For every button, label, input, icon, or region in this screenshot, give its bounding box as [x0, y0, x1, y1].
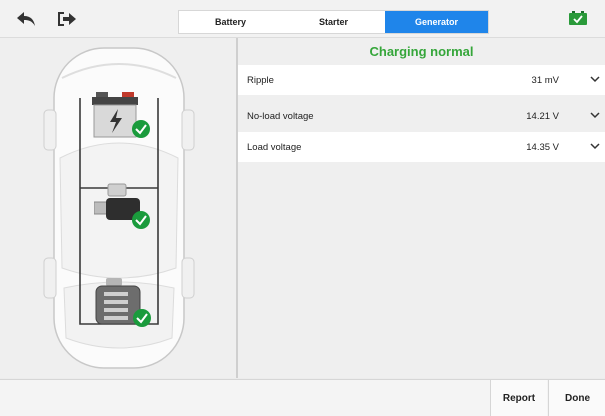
measurement-label: No-load voltage [247, 110, 314, 122]
done-button[interactable]: Done [548, 380, 605, 416]
measurement-value: 14.21 V [526, 110, 559, 122]
tab-battery[interactable]: Battery [179, 11, 282, 33]
generator-check-icon [133, 309, 151, 327]
measurement-row-ripple[interactable]: Ripple 31 mV [238, 65, 605, 95]
battery-check-icon [134, 121, 152, 139]
measurement-label: Load voltage [247, 141, 302, 153]
report-button[interactable]: Report [490, 380, 547, 416]
battery-ok-icon [569, 11, 587, 25]
top-toolbar: Battery Starter Generator [0, 0, 605, 38]
chevron-down-icon[interactable] [590, 110, 600, 120]
measurement-value: 31 mV [531, 74, 559, 86]
chevron-down-icon[interactable] [590, 74, 600, 84]
starter-check-icon [132, 211, 150, 229]
measurement-row-load-voltage[interactable]: Load voltage 14.35 V [238, 132, 605, 162]
back-arrow-icon[interactable] [14, 7, 38, 31]
measurement-value: 14.35 V [526, 141, 559, 153]
results-panel: Charging normal Ripple 31 mV No-load vol… [238, 38, 605, 378]
vehicle-diagram-panel [0, 38, 238, 378]
exit-icon[interactable] [55, 7, 79, 31]
mode-tabs: Battery Starter Generator [178, 10, 489, 34]
measurement-row-no-load-voltage[interactable]: No-load voltage 14.21 V [238, 101, 605, 131]
chevron-down-icon[interactable] [590, 141, 600, 151]
bottom-bar: Report Done [0, 379, 605, 416]
charging-status: Charging normal [369, 44, 474, 59]
measurement-label: Ripple [247, 74, 274, 86]
tab-starter[interactable]: Starter [282, 11, 385, 33]
tab-generator[interactable]: Generator [385, 11, 488, 33]
